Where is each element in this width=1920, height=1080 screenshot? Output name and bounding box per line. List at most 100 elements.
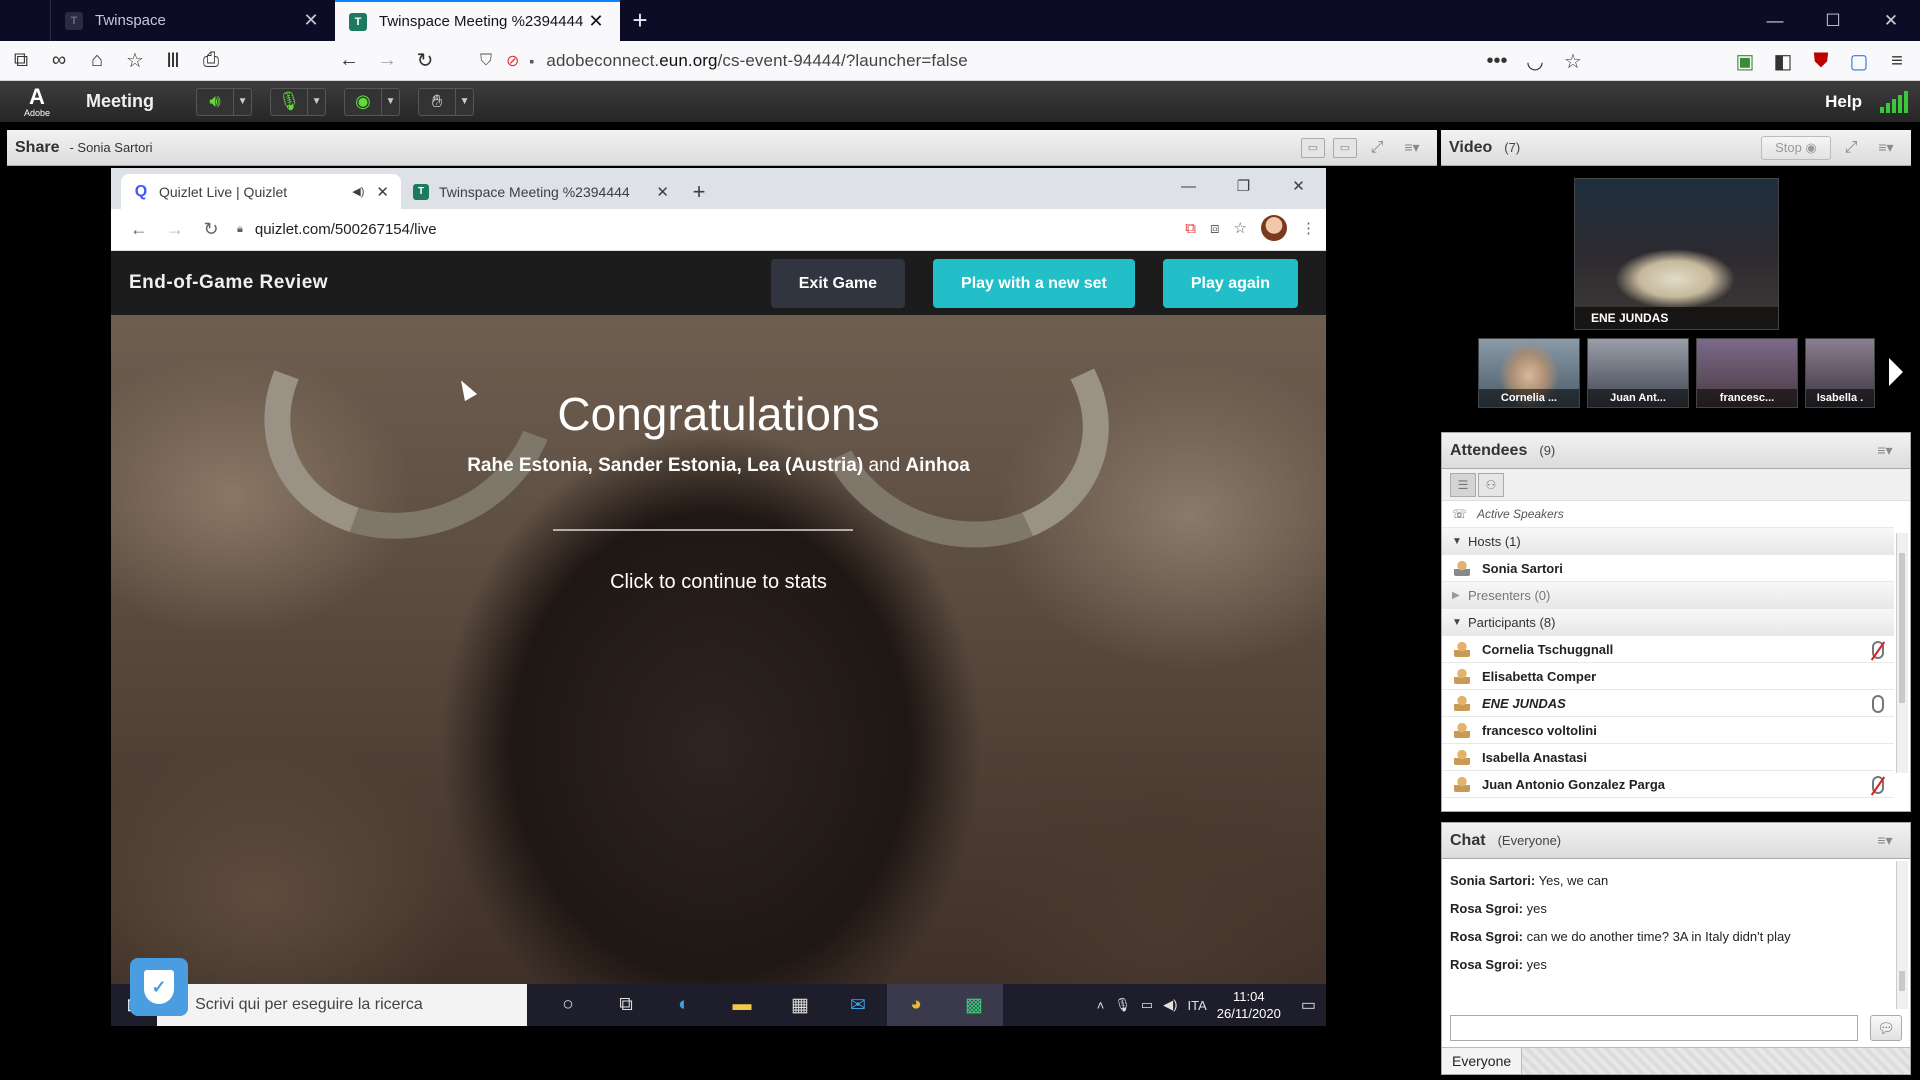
video-thumbnail[interactable]: francesc... — [1696, 338, 1798, 408]
chat-scrollbar[interactable] — [1896, 861, 1908, 1009]
webcam-icon[interactable]: ◉ — [345, 89, 381, 115]
continue-to-stats-link[interactable]: Click to continue to stats — [111, 571, 1326, 594]
kebab-menu-icon[interactable]: ⋮ — [1301, 219, 1316, 237]
private-mask-icon[interactable]: ∞ — [40, 46, 78, 76]
new-tab-button[interactable]: + — [620, 0, 660, 41]
file-explorer-icon[interactable]: ▬ — [713, 984, 771, 1026]
webcam-control[interactable]: ◉ ▼ — [344, 87, 401, 116]
attendee-row[interactable]: francesco voltolini — [1442, 717, 1894, 744]
presenters-group[interactable]: ▶ Presenters (0) — [1442, 582, 1894, 609]
close-window-icon[interactable]: ✕ — [1862, 0, 1920, 41]
fullscreen-icon[interactable]: ⤢ — [1365, 138, 1389, 158]
fullscreen-icon[interactable]: ⤢ — [1839, 138, 1863, 158]
raise-hand-icon[interactable]: ✋︎ — [419, 89, 455, 115]
audio-playing-icon[interactable]: ◀) — [352, 185, 364, 198]
pod-menu-icon[interactable]: ≡▾ — [1870, 831, 1900, 851]
close-icon[interactable]: ✕ — [301, 10, 321, 31]
microphone-icon[interactable]: 🎙︎ — [271, 89, 307, 115]
hosts-group[interactable]: ▼ Hosts (1) — [1442, 528, 1894, 555]
microphone-icon[interactable]: 🎙︎ — [1114, 997, 1131, 1013]
library-icon[interactable]: Ⅲ — [154, 46, 192, 76]
close-icon[interactable]: ✕ — [586, 11, 606, 32]
security-shield-badge[interactable]: ✓ — [130, 958, 188, 1016]
attendee-row[interactable]: Sonia Sartori — [1442, 555, 1894, 582]
edge-icon[interactable]: ◐ — [655, 984, 713, 1026]
new-tab-button[interactable]: + — [681, 174, 717, 209]
hamburger-menu-icon[interactable]: ≡ — [1878, 46, 1916, 76]
more-actions-icon[interactable]: ••• — [1478, 46, 1516, 76]
attendee-row[interactable]: Cornelia Tschuggnall — [1442, 636, 1894, 663]
send-message-button[interactable]: 💬︎ — [1870, 1015, 1902, 1041]
play-new-set-button[interactable]: Play with a new set — [933, 259, 1135, 308]
tab-twinspace-meeting[interactable]: T Twinspace Meeting %2394444 ✕ — [335, 0, 620, 41]
shield-icon[interactable]: ⛉ — [480, 52, 492, 70]
lock-icon[interactable]: 🔒︎ — [237, 223, 243, 236]
taskbar-search[interactable]: ⌕ Scrivi qui per eseguire la ricerca — [157, 984, 527, 1026]
tab-quizlet-live[interactable]: Q Quizlet Live | Quizlet ◀) ✕ — [121, 174, 401, 209]
chevron-down-icon[interactable]: ▼ — [455, 88, 473, 115]
close-icon[interactable]: ✕ — [656, 183, 669, 201]
avatar[interactable] — [1261, 215, 1287, 241]
main-video-feed[interactable]: ENE JUNDAS — [1574, 178, 1779, 330]
sidebar-icon[interactable]: ◧ — [1764, 46, 1802, 76]
bookmark-star-icon[interactable]: ☆ — [116, 46, 154, 76]
layout-icon[interactable]: ▭ — [1301, 137, 1325, 158]
speaker-icon[interactable]: 🔊︎ — [197, 89, 233, 115]
close-icon[interactable]: ✕ — [376, 183, 389, 201]
attendee-row[interactable]: Elisabetta Comper — [1442, 663, 1894, 690]
minimize-icon[interactable]: — — [1161, 168, 1216, 204]
excel-icon[interactable]: ▩ — [945, 984, 1003, 1026]
cast-icon[interactable]: ⧉ — [1185, 220, 1196, 237]
attendee-row[interactable]: Juan Antonio Gonzalez Parga — [1442, 771, 1894, 798]
chrome-icon[interactable]: ◕ — [887, 984, 945, 1026]
extension-blue-icon[interactable]: ▢ — [1840, 46, 1878, 76]
language-indicator[interactable]: ITA — [1188, 998, 1207, 1013]
attendee-row[interactable]: ENE JUNDAS — [1442, 690, 1894, 717]
notifications-icon[interactable]: ▭ — [1301, 995, 1316, 1015]
pod-menu-icon[interactable]: ≡▾ — [1397, 138, 1427, 158]
mail-icon[interactable]: ✉ — [829, 984, 887, 1026]
address-bar[interactable]: ⛉ ⊘ ▪ adobeconnect.eun.org/cs-event-9444… — [480, 46, 1592, 76]
back-arrow-icon[interactable]: ← — [121, 219, 157, 240]
pod-menu-icon[interactable]: ≡▾ — [1870, 441, 1900, 461]
cortana-icon[interactable]: ○ — [539, 984, 597, 1026]
exit-game-button[interactable]: Exit Game — [770, 259, 906, 308]
participants-group[interactable]: ▼ Participants (8) — [1442, 609, 1894, 636]
reload-icon[interactable]: ↻ — [406, 46, 444, 76]
quizlet-results-panel[interactable]: Congratulations Rahe Estonia, Sander Est… — [111, 315, 1326, 1026]
home-icon[interactable]: ⌂ — [78, 46, 116, 76]
translate-icon[interactable]: ⧈ — [1210, 220, 1220, 237]
chevron-down-icon[interactable]: ▼ — [233, 88, 251, 115]
chevron-down-icon[interactable]: ▼ — [307, 88, 325, 115]
tab-twinspace[interactable]: T Twinspace ✕ — [50, 0, 335, 41]
store-icon[interactable]: ▦ — [771, 984, 829, 1026]
status-view-icon[interactable]: ⚇ — [1478, 472, 1504, 497]
taskbar-clock[interactable]: 11:04 26/11/2020 — [1217, 988, 1281, 1022]
status-control[interactable]: ✋︎ ▼ — [418, 87, 475, 116]
play-again-button[interactable]: Play again — [1162, 259, 1298, 308]
forward-arrow-icon[interactable]: → — [368, 46, 406, 76]
bookmark-star-icon[interactable]: ☆ — [1234, 219, 1247, 237]
pocket-icon[interactable]: ◡ — [1516, 46, 1554, 76]
attendees-scrollbar[interactable] — [1896, 533, 1908, 773]
speaker-control[interactable]: 🔊︎ ▼ — [196, 87, 253, 116]
chevron-down-icon[interactable]: ▼ — [381, 88, 399, 115]
next-arrow-icon[interactable] — [1889, 358, 1903, 386]
video-thumbnail[interactable]: Juan Ant... — [1587, 338, 1689, 408]
extension-green-icon[interactable]: ▣ — [1726, 46, 1764, 76]
maximize-icon[interactable]: ☐ — [1804, 0, 1862, 41]
video-thumbnail[interactable]: Cornelia ... — [1478, 338, 1580, 408]
stop-video-button[interactable]: Stop ◉ — [1761, 135, 1831, 160]
reload-icon[interactable]: ↻ — [193, 219, 229, 240]
ublock-icon[interactable]: ⛊ — [1802, 46, 1840, 76]
microphone-control[interactable]: 🎙︎ ▼ — [270, 87, 327, 116]
chevron-up-icon[interactable]: ˄ — [1097, 998, 1105, 1013]
bookmark-star-icon[interactable]: ☆ — [1554, 46, 1592, 76]
address-bar[interactable]: 🔒︎ quizlet.com/500267154/live — [237, 221, 437, 238]
restore-icon[interactable]: ❐ — [1216, 168, 1271, 204]
task-view-icon[interactable]: ⧉ — [597, 984, 655, 1026]
minimize-icon[interactable]: — — [1746, 0, 1804, 41]
video-thumbnail[interactable]: Isabella . — [1805, 338, 1875, 408]
blocked-icon[interactable]: ⊘ — [506, 51, 519, 71]
close-window-icon[interactable]: ✕ — [1271, 168, 1326, 204]
